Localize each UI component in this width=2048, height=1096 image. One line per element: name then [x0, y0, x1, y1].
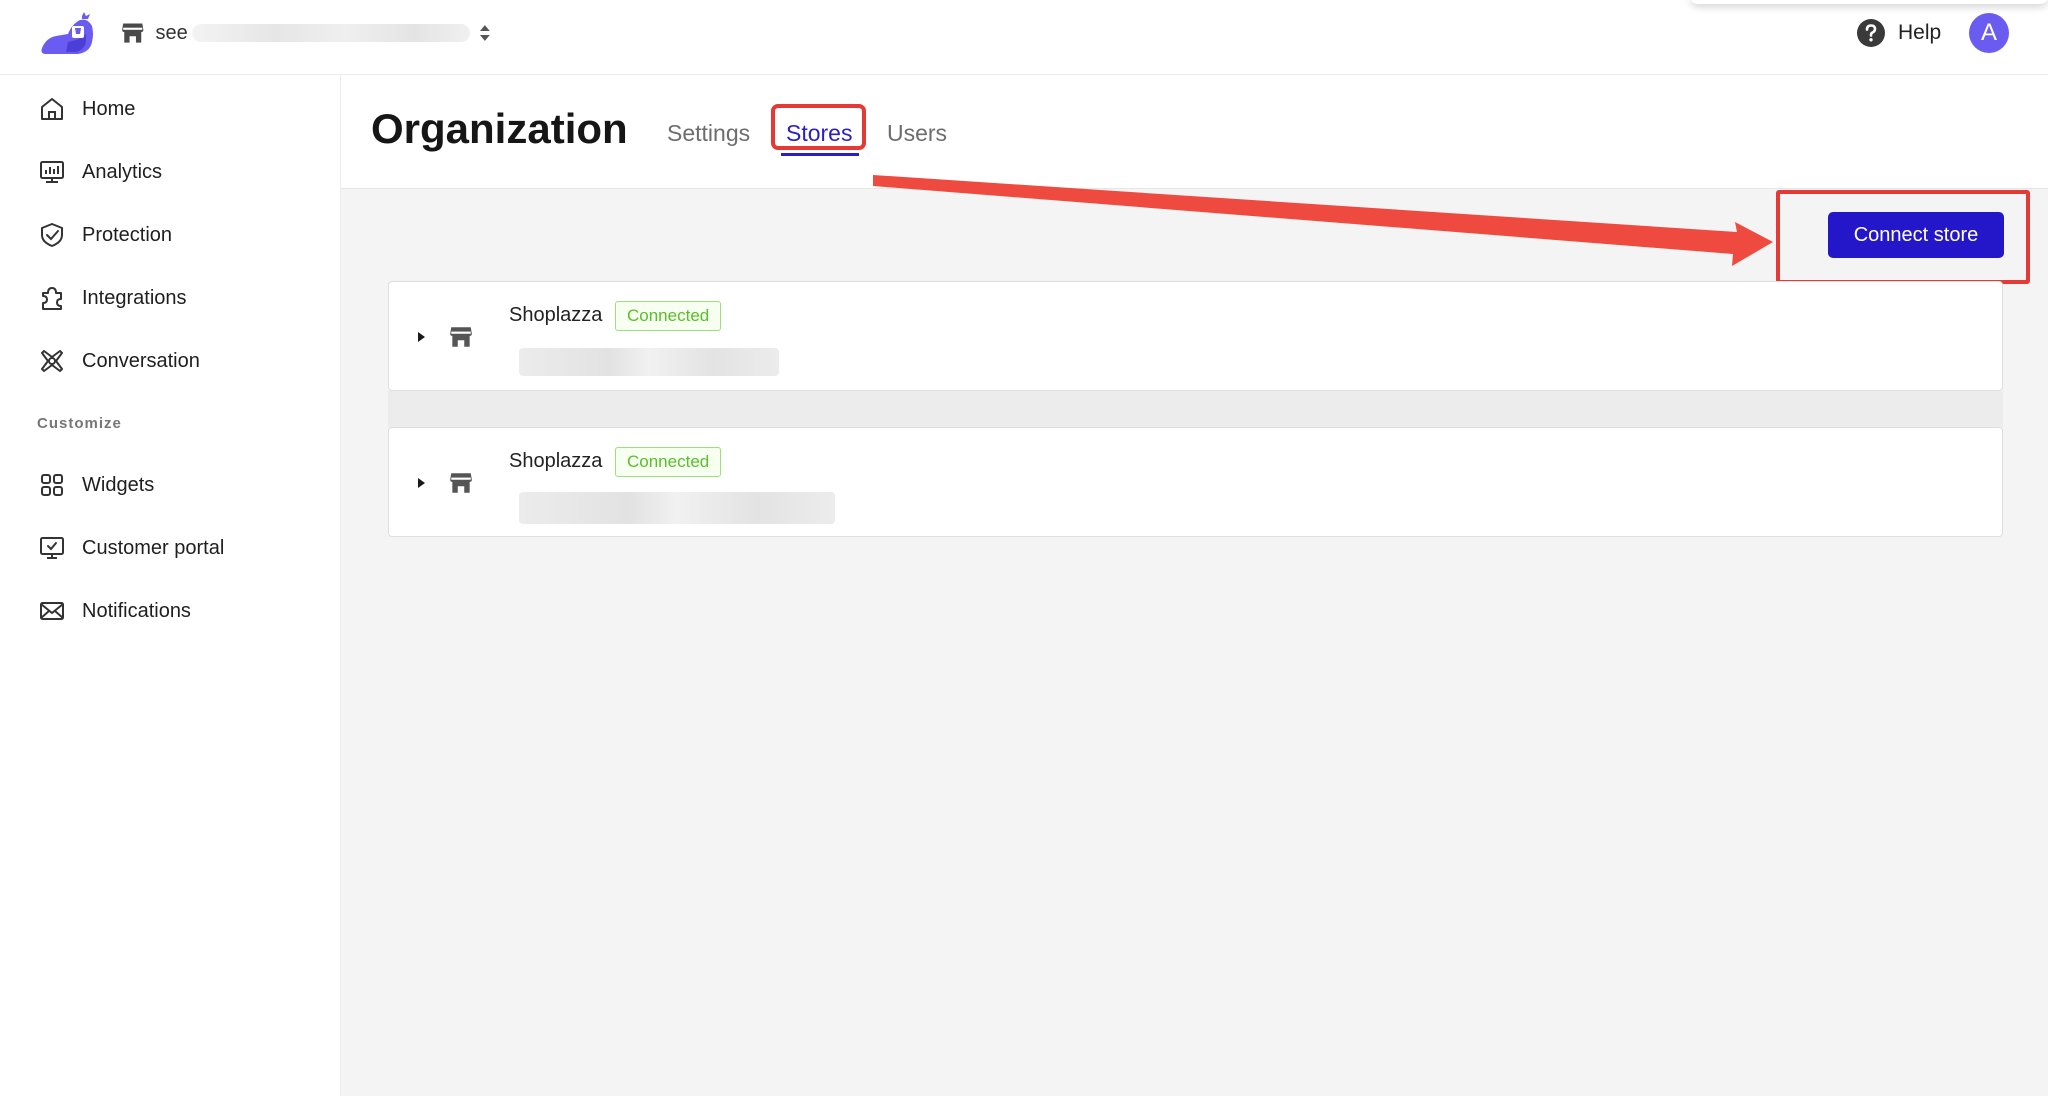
- store-row[interactable]: Shoplazza Connected: [388, 427, 2003, 537]
- dropdown-popup-edge: [1690, 0, 2048, 4]
- store-platform-name: Shoplazza: [509, 304, 603, 326]
- sidebar-item-label: Notifications: [82, 599, 191, 622]
- sidebar-item-protection[interactable]: Protection: [38, 217, 172, 253]
- current-store-name: see: [155, 21, 188, 44]
- sidebar-item-label: Widgets: [82, 473, 155, 496]
- puzzle-icon: [42, 287, 62, 310]
- user-avatar[interactable]: A: [1969, 13, 2009, 53]
- page-header: Organization Settings Stores Users: [341, 75, 2048, 189]
- home-icon: [41, 98, 63, 120]
- analytics-icon: [40, 161, 64, 183]
- sidebar: Home Analytics Protection Integrations C…: [0, 75, 341, 1096]
- redacted-store-url: [519, 492, 835, 524]
- sidebar-item-notifications[interactable]: Notifications: [38, 593, 191, 629]
- shop-icon: [450, 473, 472, 493]
- sidebar-item-conversation[interactable]: Conversation: [38, 343, 200, 379]
- brand-logo-icon[interactable]: [38, 12, 96, 56]
- sidebar-item-label: Protection: [82, 223, 173, 246]
- annotation-highlight-stores-tab: [771, 104, 866, 150]
- widgets-icon: [41, 474, 63, 496]
- store-platform-name: Shoplazza: [509, 450, 603, 472]
- monitor-icon: [40, 537, 64, 559]
- list-separator: [388, 391, 2003, 427]
- help-label: Help: [1898, 21, 1942, 44]
- help-button[interactable]: Help: [1856, 17, 1941, 49]
- sidebar-item-label: Integrations: [82, 286, 187, 309]
- help-circle-icon: [1857, 19, 1885, 47]
- sidebar-item-label: Conversation: [82, 349, 200, 372]
- expand-caret-icon[interactable]: [415, 476, 427, 490]
- store-row[interactable]: Shoplazza Connected: [388, 281, 2003, 391]
- shield-check-icon: [41, 223, 63, 247]
- sidebar-item-analytics[interactable]: Analytics: [38, 154, 162, 190]
- sort-arrows-icon[interactable]: [478, 22, 492, 44]
- mail-icon: [40, 602, 64, 620]
- shop-icon: [122, 23, 144, 43]
- expand-caret-icon[interactable]: [415, 330, 427, 344]
- redacted-store-url: [519, 348, 779, 376]
- store-switcher[interactable]: see: [120, 16, 492, 50]
- sidebar-item-customer-portal[interactable]: Customer portal: [38, 530, 224, 566]
- active-tab-indicator: [781, 153, 859, 156]
- redacted-store-name: [191, 24, 471, 42]
- sidebar-item-label: Home: [82, 97, 136, 120]
- status-badge: Connected: [615, 447, 722, 477]
- sidebar-item-integrations[interactable]: Integrations: [38, 280, 187, 316]
- tab-users[interactable]: Users: [887, 120, 947, 147]
- status-badge: Connected: [615, 301, 722, 331]
- conversation-icon: [41, 350, 63, 372]
- page-title: Organization: [371, 105, 628, 152]
- shop-icon: [450, 327, 472, 347]
- sidebar-item-widgets[interactable]: Widgets: [38, 467, 154, 503]
- sidebar-section-customize: Customize: [37, 415, 122, 432]
- annotation-highlight-connect-button: [1776, 190, 2030, 284]
- sidebar-item-label: Customer portal: [82, 536, 225, 559]
- top-bar: see Help A: [0, 0, 2048, 75]
- sidebar-item-label: Analytics: [82, 160, 163, 183]
- tab-settings[interactable]: Settings: [667, 120, 750, 147]
- sidebar-item-home[interactable]: Home: [38, 91, 135, 127]
